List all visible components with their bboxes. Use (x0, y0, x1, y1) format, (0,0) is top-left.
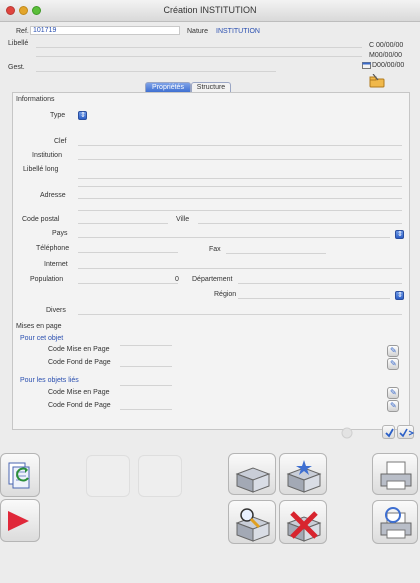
document-list-button[interactable] (0, 453, 40, 497)
pour-objets-lies-label: Pour les objets liés (20, 377, 79, 384)
adresse-field-line-2[interactable] (78, 198, 402, 199)
pays-field[interactable] (78, 237, 390, 238)
region-popup-button[interactable] (395, 291, 404, 300)
code-fond-de-page-label-2: Code Fond de Page (48, 402, 111, 409)
internet-label: Internet (44, 261, 68, 268)
pour-cet-objet-label: Pour cet objet (20, 335, 64, 342)
window-title: Création INSTITUTION (163, 5, 257, 15)
empty-slot-2 (138, 455, 182, 497)
code-postal-field[interactable] (78, 223, 168, 224)
institution-label: Institution (32, 152, 62, 159)
fax-field[interactable] (226, 253, 326, 254)
population-field[interactable] (78, 283, 178, 284)
date-modification: M00/00/00 (369, 52, 403, 59)
departement-label: Département (192, 276, 233, 283)
play-arrow-icon (8, 511, 29, 531)
section-mises-en-page: Mises en page (16, 323, 62, 330)
telephone-field[interactable] (78, 252, 178, 253)
code-fond-de-page-field-2[interactable] (120, 409, 172, 410)
adresse-label: Adresse (40, 192, 66, 199)
faded-icon (341, 427, 353, 439)
box-magnifier-icon (235, 508, 271, 542)
gest-label: Gest. (8, 64, 25, 71)
type-label: Type (50, 112, 66, 119)
code-mise-en-page-label-2: Code Mise en Page (48, 389, 110, 396)
code-postal-label: Code postal (22, 216, 60, 223)
edit-fond-de-page-button-1[interactable] (387, 358, 399, 370)
printer-magnifier-icon (380, 507, 412, 539)
code-fond-de-page-label-1: Code Fond de Page (48, 359, 111, 366)
region-field[interactable] (238, 298, 390, 299)
tab-proprietes[interactable]: Propriétés (145, 82, 191, 92)
empty-slot-1 (86, 455, 130, 497)
section-informations: Informations (16, 96, 55, 103)
divers-field[interactable] (78, 314, 402, 315)
pays-popup-button[interactable] (395, 230, 404, 239)
clef-field[interactable] (78, 145, 402, 146)
code-mise-en-page-field-2[interactable] (120, 385, 172, 386)
delete-box-button[interactable] (279, 500, 327, 544)
internet-field[interactable] (78, 268, 402, 269)
tab-structure[interactable]: Structure (191, 82, 231, 92)
edit-fond-de-page-button-2[interactable] (387, 400, 399, 412)
clef-label: Clef (54, 138, 67, 145)
code-mise-en-page-field-1[interactable] (120, 345, 172, 346)
box-icon (235, 467, 271, 493)
nature-label: Nature (187, 28, 209, 35)
gest-field[interactable] (36, 71, 276, 72)
checkmark-next-icon (399, 428, 415, 438)
open-box-button[interactable] (228, 453, 276, 495)
pays-label: Pays (52, 230, 68, 237)
libelle-field[interactable] (36, 47, 362, 48)
date-creation: C 00/00/00 (369, 42, 404, 49)
libelle-field-line-2[interactable] (36, 56, 362, 57)
nature-value: INSTITUTION (216, 28, 260, 35)
code-mise-en-page-label-1: Code Mise en Page (48, 346, 110, 353)
documents-refresh-icon (8, 462, 30, 489)
adresse-field-line-1[interactable] (78, 186, 402, 187)
print-button[interactable] (372, 453, 418, 495)
printer-icon (380, 461, 412, 490)
adresse-field-line-3[interactable] (78, 210, 402, 211)
telephone-label: Téléphone (36, 245, 70, 252)
print-preview-button[interactable] (372, 500, 418, 544)
calendar-icon[interactable] (362, 61, 371, 69)
type-popup-button[interactable] (78, 111, 87, 120)
fax-label: Fax (209, 246, 221, 253)
divers-label: Divers (46, 307, 66, 314)
title-bar: Création INSTITUTION (0, 0, 420, 22)
ville-field[interactable] (198, 223, 402, 224)
ref-field[interactable]: 101719 (30, 26, 180, 35)
validate-next-button[interactable] (397, 425, 415, 439)
checkmark-icon (385, 428, 394, 438)
code-fond-de-page-field-1[interactable] (120, 366, 172, 367)
box-star-button[interactable] (279, 453, 327, 495)
libelle-long-field[interactable] (78, 178, 402, 179)
region-label: Région (214, 291, 237, 298)
edit-mise-en-page-button-2[interactable] (387, 387, 399, 399)
libelle-label: Libellé (8, 40, 29, 47)
play-button[interactable] (0, 499, 40, 542)
folder-pen-icon[interactable] (368, 74, 386, 88)
date-d: D00/00/00 (372, 62, 405, 69)
search-box-button[interactable] (228, 500, 276, 544)
edit-mise-en-page-button-1[interactable] (387, 345, 399, 357)
box-delete-icon (286, 511, 322, 542)
population-label: Population (30, 276, 64, 283)
validate-button[interactable] (382, 425, 395, 439)
libelle-long-label: Libellé long (23, 166, 59, 173)
ref-label: Ref. (16, 28, 29, 35)
ville-label: Ville (176, 216, 190, 223)
departement-field[interactable] (238, 283, 402, 284)
population-value: 0 (175, 276, 179, 283)
box-star-icon (286, 460, 322, 493)
institution-field[interactable] (78, 159, 402, 160)
